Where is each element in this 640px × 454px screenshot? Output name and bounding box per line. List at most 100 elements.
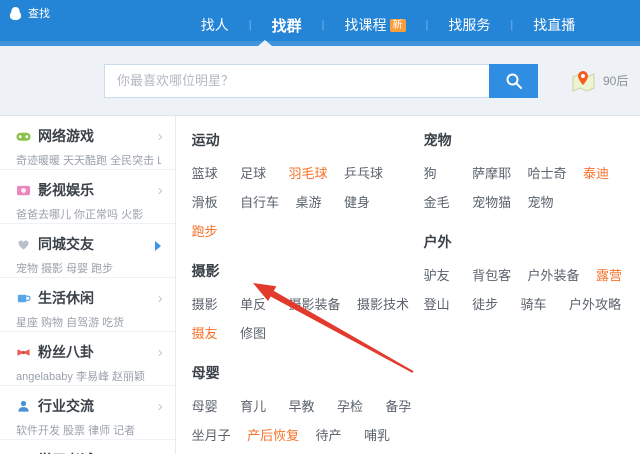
category-tag[interactable]: 摄影装备 [289, 290, 341, 319]
sidebar-item-title: 生活休闲 [38, 290, 94, 306]
category-tag[interactable]: 宠物猫 [472, 188, 511, 217]
category-tag[interactable]: 篮球 [192, 159, 224, 188]
category-tag[interactable]: 驴友 [424, 261, 456, 290]
sidebar-item-local-friends[interactable]: 同城交友 宠物 摄影 母婴 跑步 [0, 224, 175, 278]
section-sports: 运动 篮球 足球 羽毛球 乒乓球 滑板 自行车 桌游 健身 跑步 [192, 130, 424, 246]
category-tag[interactable]: 待产 [316, 421, 348, 450]
section-title: 母婴 [191, 365, 220, 381]
sidebar-item-subtags: 软件开发 股票 律师 记者 [16, 425, 136, 437]
category-tag[interactable]: 摄友 [192, 319, 224, 348]
tab-find-courses-label: 找课程 [344, 17, 387, 33]
tag-row: 驴友 背包客 户外装备 露营 [424, 261, 640, 290]
sidebar-item-study-exams[interactable]: 学习考试 › [0, 440, 175, 454]
sidebar-item-movies-entertainment[interactable]: 影视娱乐 爸爸去哪儿 你正常吗 火影 › [0, 170, 175, 224]
bow-icon [16, 345, 31, 360]
section-title: 摄影 [191, 263, 220, 279]
tag-row: 母婴 育儿 早教 孕检 备孕 [192, 392, 424, 421]
gamepad-icon [16, 129, 31, 144]
tag-row: 摄友 修图 [192, 319, 424, 348]
sidebar-item-life-leisure[interactable]: 生活休闲 星座 购物 自驾游 吃货 › [0, 278, 175, 332]
app-logo[interactable]: 查找 [8, 5, 50, 21]
section-outdoor: 户外 驴友 背包客 户外装备 露营 登山 徒步 骑车 户外攻略 [424, 232, 640, 319]
category-tag[interactable]: 露营 [596, 261, 628, 290]
app-logo-label: 查找 [28, 8, 50, 20]
category-column-left: 运动 篮球 足球 羽毛球 乒乓球 滑板 自行车 桌游 健身 跑步 摄影 摄影 单… [192, 130, 424, 454]
search-zone: 90后 [0, 46, 640, 116]
category-sidebar: 网络游戏 奇迹暖暖 天天酷跑 全民突击 LOL › 影视娱乐 爸爸去哪儿 你正常… [0, 116, 176, 454]
category-tag[interactable]: 宠物 [528, 188, 560, 217]
section-mother-baby: 母婴 母婴 育儿 早教 孕检 备孕 坐月子 产后恢复 待产 哺乳 [192, 363, 424, 450]
category-tag[interactable]: 备孕 [385, 392, 417, 421]
category-tag[interactable]: 母婴 [192, 392, 224, 421]
person-icon [16, 399, 31, 414]
search-box [104, 63, 538, 98]
chevron-right-icon: › [157, 344, 163, 361]
nav-tabs: 找人 | 找群 | 找课程新 | 找服务 | 找直播 [0, 0, 640, 46]
tab-find-people[interactable]: 找人 [181, 15, 249, 35]
category-tag[interactable]: 羽毛球 [289, 159, 328, 188]
tag-row: 坐月子 产后恢复 待产 哺乳 [192, 421, 424, 450]
sidebar-item-subtags: 奇迹暖暖 天天酷跑 全民突击 LOL [16, 155, 161, 167]
top-header: 查找 找人 | 找群 | 找课程新 | 找服务 | 找直播 [0, 0, 640, 46]
chevron-right-icon: › [157, 398, 163, 415]
sidebar-item-online-games[interactable]: 网络游戏 奇迹暖暖 天天酷跑 全民突击 LOL › [0, 116, 175, 170]
sidebar-item-title: 粉丝八卦 [38, 344, 94, 360]
tag-row: 篮球 足球 羽毛球 乒乓球 [192, 159, 424, 188]
qq-penguin-icon [8, 6, 23, 21]
category-tag[interactable]: 背包客 [472, 261, 511, 290]
category-tag[interactable]: 健身 [344, 188, 376, 217]
hot-audience-label: 90后 [603, 74, 629, 88]
category-tag[interactable]: 桌游 [296, 188, 328, 217]
category-tag[interactable]: 泰迪 [583, 159, 615, 188]
category-tag[interactable]: 滑板 [192, 188, 224, 217]
category-tag[interactable]: 早教 [289, 392, 321, 421]
tab-find-services[interactable]: 找服务 [428, 15, 510, 35]
category-tag[interactable]: 登山 [424, 290, 456, 319]
search-input[interactable] [104, 63, 489, 98]
category-column-right: 宠物 狗 萨摩耶 哈士奇 泰迪 金毛 宠物猫 宠物 户外 驴友 背包客 户外装备… [424, 130, 640, 454]
tab-find-groups[interactable]: 找群 [252, 15, 322, 36]
category-tag[interactable]: 修图 [240, 319, 272, 348]
category-tag[interactable]: 育儿 [240, 392, 272, 421]
sidebar-item-industry-exchange[interactable]: 行业交流 软件开发 股票 律师 记者 › [0, 386, 175, 440]
category-tag[interactable]: 坐月子 [192, 421, 231, 450]
category-tag[interactable]: 孕检 [337, 392, 369, 421]
section-photography: 摄影 摄影 单反 摄影装备 摄影技术 摄友 修图 [192, 261, 424, 348]
category-tag[interactable]: 户外攻略 [569, 290, 621, 319]
map-pin-icon [570, 68, 596, 94]
category-tag[interactable]: 户外装备 [528, 261, 580, 290]
category-tag[interactable]: 骑车 [521, 290, 553, 319]
category-tag[interactable]: 徒步 [472, 290, 504, 319]
search-button[interactable] [489, 63, 538, 98]
heart-icon [16, 237, 31, 252]
category-tag[interactable]: 摄影技术 [357, 290, 409, 319]
category-tag[interactable]: 萨摩耶 [472, 159, 511, 188]
category-tag-dslr[interactable]: 单反 [240, 290, 272, 319]
category-tag[interactable]: 狗 [424, 159, 456, 188]
search-icon [505, 72, 523, 90]
category-tag[interactable]: 足球 [240, 159, 272, 188]
active-arrow-icon [154, 241, 161, 251]
tab-find-live[interactable]: 找直播 [513, 15, 595, 35]
category-tag[interactable]: 摄影 [192, 290, 224, 319]
category-tag[interactable]: 哺乳 [364, 421, 396, 450]
sidebar-item-subtags: 爸爸去哪儿 你正常吗 火影 [16, 209, 144, 221]
category-tag[interactable]: 自行车 [240, 188, 279, 217]
sidebar-item-fan-gossip[interactable]: 粉丝八卦 angelababy 李易峰 赵丽颖 › [0, 332, 175, 386]
category-tag[interactable]: 乒乓球 [344, 159, 383, 188]
clapperboard-icon [16, 183, 31, 198]
category-tag[interactable]: 金毛 [424, 188, 456, 217]
sidebar-item-subtags: 星座 购物 自驾游 吃货 [16, 317, 125, 329]
tab-find-courses[interactable]: 找课程新 [325, 15, 426, 35]
nearby-hot-link[interactable]: 90后 [570, 68, 628, 94]
chevron-right-icon: › [157, 128, 163, 145]
tag-row: 登山 徒步 骑车 户外攻略 [424, 290, 640, 319]
category-tag[interactable]: 跑步 [192, 217, 224, 246]
chevron-right-icon: › [157, 182, 163, 199]
tag-row: 摄影 单反 摄影装备 摄影技术 [192, 290, 424, 319]
category-tag[interactable]: 哈士奇 [528, 159, 567, 188]
sidebar-item-title: 同城交友 [38, 236, 94, 252]
tag-row: 滑板 自行车 桌游 健身 [192, 188, 424, 217]
category-tag[interactable]: 产后恢复 [247, 421, 299, 450]
section-pets: 宠物 狗 萨摩耶 哈士奇 泰迪 金毛 宠物猫 宠物 [424, 130, 640, 217]
